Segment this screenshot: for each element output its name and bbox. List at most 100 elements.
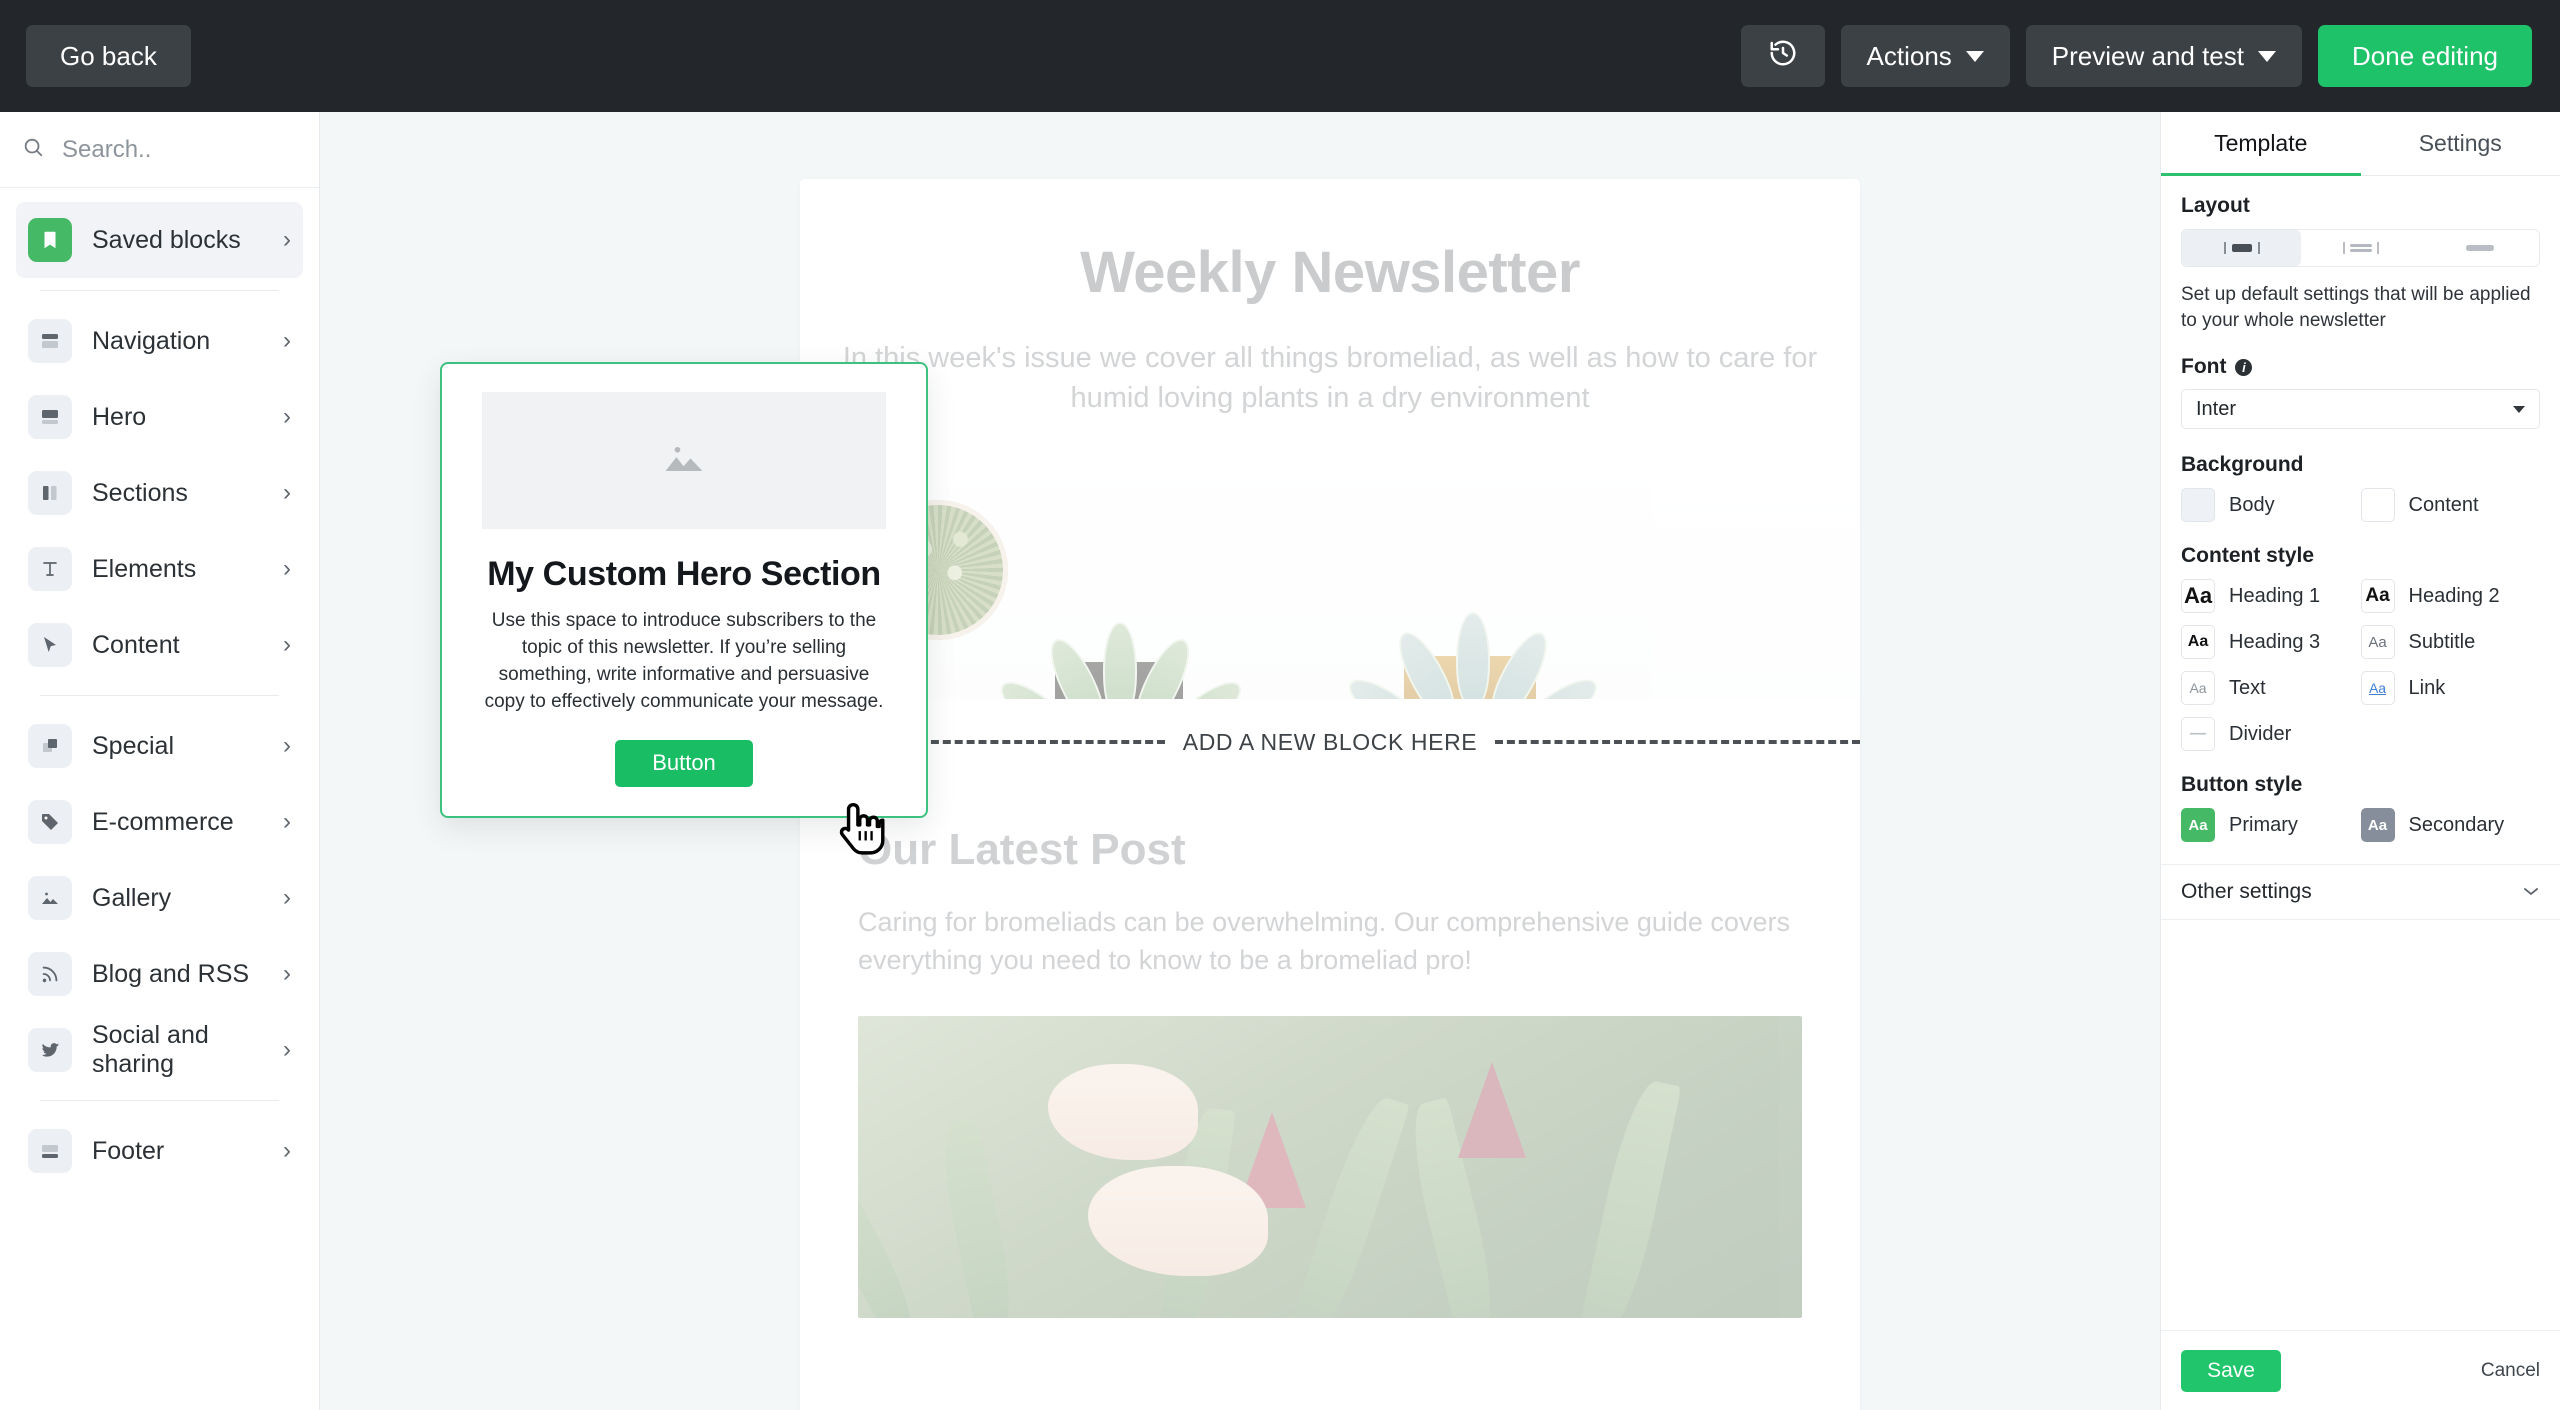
- sidebar-item-social-and-sharing[interactable]: Social and sharing ›: [16, 1012, 303, 1088]
- tab-template[interactable]: Template: [2161, 112, 2361, 176]
- font-heading-row: Font i: [2181, 355, 2540, 379]
- panel-body: Layout Set up default settings that will…: [2161, 176, 2560, 921]
- layout-option-group: [2181, 229, 2540, 267]
- sidebar-item-sections[interactable]: Sections ›: [16, 455, 303, 531]
- layout-help-text: Set up default settings that will be app…: [2181, 284, 2531, 331]
- drag-card-title: My Custom Hero Section: [487, 555, 881, 593]
- drag-preview-card[interactable]: My Custom Hero Section Use this space to…: [440, 362, 928, 818]
- sidebar-item-label: Gallery: [92, 883, 172, 912]
- other-settings-accordion[interactable]: Other settings: [2161, 864, 2560, 921]
- cursor-arrow-icon: [28, 623, 72, 667]
- rss-icon: [28, 952, 72, 996]
- chevron-right-icon: ›: [283, 327, 291, 354]
- sidebar-item-label: Blog and RSS: [92, 959, 250, 988]
- content-style-heading-3[interactable]: Aa Heading 3: [2181, 625, 2361, 660]
- sidebar-item-hero[interactable]: Hero ›: [16, 379, 303, 455]
- sidebar-item-ecommerce[interactable]: E-commerce ›: [16, 784, 303, 860]
- save-button[interactable]: Save: [2181, 1349, 2281, 1392]
- tab-settings[interactable]: Settings: [2361, 112, 2560, 175]
- style-glyph: Aa: [2360, 808, 2395, 843]
- done-editing-button[interactable]: Done editing: [2318, 25, 2532, 87]
- sidebar-item-saved-blocks[interactable]: Saved blocks ›: [16, 202, 303, 278]
- sidebar-item-label: Special: [92, 731, 174, 760]
- sidebar-item-navigation[interactable]: Navigation ›: [16, 303, 303, 379]
- button-style-heading: Button style: [2181, 773, 2303, 797]
- layout-option-full-width[interactable]: [2420, 230, 2539, 266]
- style-glyph: Aa: [2181, 671, 2215, 706]
- twitter-bird-icon: [28, 1028, 72, 1072]
- panel-footer: Save Cancel: [2161, 1330, 2560, 1410]
- layout-option-left-aligned[interactable]: [2301, 230, 2420, 266]
- style-label: Link: [2408, 676, 2446, 699]
- content-style-text[interactable]: Aa Text: [2181, 671, 2361, 706]
- chevron-right-icon: ›: [283, 479, 291, 506]
- content-style-heading-2[interactable]: Aa Heading 2: [2360, 579, 2541, 614]
- chevron-right-icon: ›: [283, 403, 291, 430]
- other-settings-label: Other settings: [2181, 880, 2312, 904]
- style-glyph: Aa: [2181, 579, 2215, 614]
- style-label: Heading 1: [2229, 584, 2321, 607]
- style-glyph: Aa: [2360, 671, 2395, 706]
- font-heading: Font: [2181, 355, 2227, 379]
- hero-block[interactable]: Weekly Newsletter In this week's issue w…: [800, 179, 1860, 418]
- price-tag-icon: [28, 800, 72, 844]
- sidebar-item-gallery[interactable]: Gallery ›: [16, 860, 303, 936]
- hero-subtitle: In this week's issue we cover all things…: [842, 342, 1818, 415]
- preview-and-test-dropdown-button[interactable]: Preview and test: [2025, 25, 2302, 87]
- content-style-subtitle[interactable]: Aa Subtitle: [2360, 625, 2541, 660]
- content-style-divider[interactable]: — Divider: [2181, 717, 2361, 752]
- chevron-right-icon: ›: [283, 1036, 291, 1063]
- latest-post-block[interactable]: Our Latest Post Caring for bromeliads ca…: [800, 785, 1860, 1318]
- layers-icon: [28, 724, 72, 768]
- swatch-label: Body: [2229, 493, 2275, 516]
- background-body-swatch[interactable]: Body: [2181, 488, 2361, 523]
- toolbar-actions-group: Actions Preview and test Done editing: [1740, 25, 2532, 87]
- info-icon[interactable]: i: [2235, 358, 2253, 376]
- button-style-secondary[interactable]: Aa Secondary: [2360, 808, 2541, 843]
- chevron-right-icon: ›: [283, 808, 291, 835]
- sidebar-item-special[interactable]: Special ›: [16, 708, 303, 784]
- style-glyph: Aa: [2360, 625, 2395, 660]
- background-content-swatch[interactable]: Content: [2360, 488, 2541, 523]
- content-style-link[interactable]: Aa Link: [2360, 671, 2541, 706]
- cancel-button[interactable]: Cancel: [2481, 1360, 2540, 1382]
- history-restore-icon: [1768, 38, 1798, 75]
- image-placeholder: [482, 392, 886, 529]
- layout-heading: Layout: [2181, 194, 2250, 217]
- sidebar-item-footer[interactable]: Footer ›: [16, 1113, 303, 1189]
- sidebar-item-label: Social and sharing: [92, 1021, 209, 1078]
- search-icon: [22, 136, 44, 163]
- content-style-heading: Content style: [2181, 544, 2315, 568]
- hand-shape: [1048, 1063, 1198, 1160]
- sidebar-item-content[interactable]: Content ›: [16, 607, 303, 683]
- post-title: Our Latest Post: [858, 825, 1186, 875]
- add-block-dropzone[interactable]: ADD A NEW BLOCK HERE: [800, 699, 1860, 785]
- history-button[interactable]: [1740, 25, 1825, 87]
- style-glyph: Aa: [2181, 625, 2215, 660]
- sidebar-item-blog-and-rss[interactable]: Blog and RSS ›: [16, 936, 303, 1012]
- style-label: Primary: [2229, 813, 2298, 836]
- sidebar-item-label: Saved blocks: [92, 225, 241, 254]
- panel-tabs: Template Settings: [2161, 112, 2560, 176]
- drag-card-button[interactable]: Button: [615, 739, 753, 787]
- sidebar-item-elements[interactable]: Elements ›: [16, 531, 303, 607]
- actions-dropdown-button[interactable]: Actions: [1840, 25, 2010, 87]
- content-style-heading-1[interactable]: Aa Heading 1: [2181, 579, 2361, 614]
- preview-label: Preview and test: [2051, 40, 2244, 71]
- newsletter-page: Weekly Newsletter In this week's issue w…: [800, 179, 1860, 1410]
- add-block-label: ADD A NEW BLOCK HERE: [1182, 728, 1478, 755]
- style-label: Heading 3: [2229, 630, 2321, 653]
- navigation-bar-icon: [28, 319, 72, 363]
- sidebar-item-label: Elements: [92, 554, 197, 583]
- post-subtitle: Caring for bromeliads can be overwhelmin…: [858, 907, 1790, 976]
- search-input[interactable]: [62, 135, 372, 164]
- sidebar-divider: [40, 1100, 279, 1101]
- style-label: Heading 2: [2408, 584, 2500, 607]
- layout-option-centered[interactable]: [2182, 230, 2301, 266]
- top-toolbar: Go back Actions Preview and test Done ed…: [0, 0, 2560, 112]
- dashed-line-right: [1495, 740, 1860, 745]
- search-row: [0, 112, 372, 188]
- go-back-button[interactable]: Go back: [26, 25, 191, 87]
- button-style-primary[interactable]: Aa Primary: [2181, 808, 2361, 843]
- font-select[interactable]: Inter: [2181, 389, 2540, 430]
